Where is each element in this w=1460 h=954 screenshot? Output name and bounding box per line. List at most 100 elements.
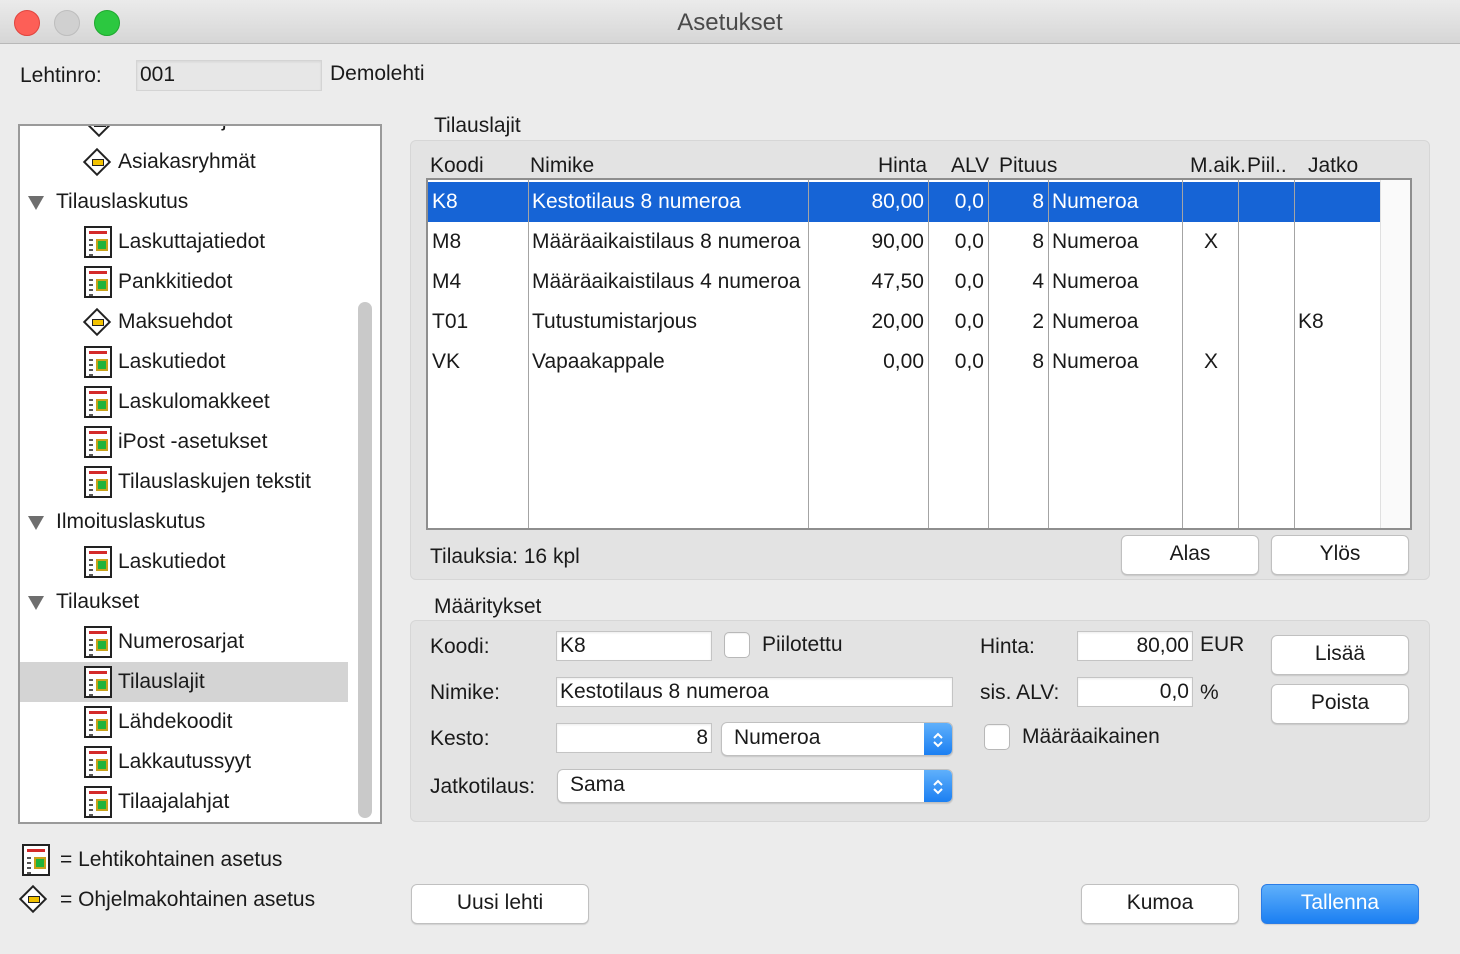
tree-group-1[interactable]: Tilauslaskutus (20, 182, 348, 222)
jatkotilaus-value: Sama (570, 773, 625, 796)
cell-koodi: VK (432, 350, 461, 373)
cell-pituus: 2 (1032, 310, 1044, 333)
cell-koodi: K8 (432, 190, 458, 213)
tree-item-0[interactable]: Asiakasryhmät (20, 142, 348, 182)
cell-pituus: 4 (1032, 270, 1044, 293)
table-scrollbar[interactable] (1380, 180, 1410, 528)
cell-nimike: Tutustumistarjous (532, 310, 697, 333)
disclosure-triangle-icon[interactable] (28, 516, 44, 530)
jatkotilaus-label: Jatkotilaus: (430, 775, 536, 798)
tree-item-partial[interactable]: Numerosarjat (20, 126, 348, 140)
diamond-icon (82, 147, 112, 177)
diamond-icon (82, 307, 112, 337)
popup-arrows-icon (924, 723, 952, 755)
col-pituus[interactable]: Pituus (999, 154, 1057, 178)
sheet-icon (84, 426, 112, 458)
uusi-lehti-button[interactable]: Uusi lehti (411, 884, 589, 924)
cell-alv: 0,0 (954, 310, 984, 333)
kesto-unit-popup[interactable]: Numeroa (721, 722, 953, 756)
maaraaikainen-label: Määräaikainen (1022, 725, 1160, 748)
col-alv[interactable]: ALV (951, 154, 989, 178)
window-title: Asetukset (677, 9, 783, 36)
sheet-icon (84, 746, 112, 778)
disclosure-triangle-icon[interactable] (28, 596, 44, 610)
kesto-field[interactable]: 8 (556, 723, 712, 753)
tree-item-13[interactable]: Tilauslajit (20, 662, 348, 702)
alv-unit: % (1200, 681, 1219, 704)
tree-scrollbar[interactable] (358, 302, 372, 818)
cell-pituus: 8 (1032, 350, 1044, 373)
col-piil[interactable]: Piil.. (1247, 154, 1287, 178)
tree-item-6[interactable]: Laskulomakkeet (20, 382, 348, 422)
cell-hinta: 90,00 (871, 230, 924, 253)
col-jatko[interactable]: Jatko (1308, 154, 1358, 178)
cell-hinta: 47,50 (871, 270, 924, 293)
col-nimike[interactable]: Nimike (530, 154, 594, 178)
kumoa-button[interactable]: Kumoa (1081, 884, 1239, 924)
alv-field[interactable]: 0,0 (1077, 677, 1193, 707)
diamond-icon (84, 126, 114, 138)
tree-item-16[interactable]: Tilaajalahjat (20, 782, 348, 822)
ylos-button[interactable]: Ylös (1271, 535, 1409, 575)
cell-yksikko: Numeroa (1052, 350, 1139, 373)
alas-button[interactable]: Alas (1121, 535, 1259, 575)
lisaa-button[interactable]: Lisää (1271, 635, 1409, 675)
tree-item-5[interactable]: Laskutiedot (20, 342, 348, 382)
poista-button[interactable]: Poista (1271, 684, 1409, 724)
cell-koodi: T01 (432, 310, 469, 333)
koodi-field[interactable]: K8 (556, 631, 712, 661)
tree-item-2[interactable]: Laskuttajatiedot (20, 222, 348, 262)
cell-yksikko: Numeroa (1052, 310, 1139, 333)
sheet-icon (84, 226, 112, 258)
cell-maik: X (1204, 350, 1219, 373)
nimike-field[interactable]: Kestotilaus 8 numeroa (556, 677, 953, 707)
cell-hinta: 0,00 (883, 350, 924, 373)
cell-maik: X (1204, 230, 1219, 253)
cell-hinta: 20,00 (871, 310, 924, 333)
tree-item-8[interactable]: Tilauslaskujen tekstit (20, 462, 348, 502)
lehtinro-label: Lehtinro: (20, 64, 102, 87)
cell-nimike: Kestotilaus 8 numeroa (532, 190, 741, 213)
tree-item-15[interactable]: Lakkautussyyt (20, 742, 348, 782)
maaraaikainen-checkbox[interactable] (984, 724, 1010, 750)
tree-item-7[interactable]: iPost -asetukset (20, 422, 348, 462)
sheet-icon (84, 786, 112, 818)
jatkotilaus-popup[interactable]: Sama (557, 769, 953, 803)
tilauksia-count: Tilauksia: 16 kpl (430, 545, 580, 568)
cell-alv: 0,0 (954, 190, 984, 213)
tree-item-12[interactable]: Numerosarjat (20, 622, 348, 662)
popup-arrows-icon (924, 770, 952, 802)
cell-nimike: Vapaakappale (532, 350, 665, 373)
hinta-field[interactable]: 80,00 (1077, 631, 1193, 661)
tallenna-button[interactable]: Tallenna (1261, 884, 1419, 924)
piilotettu-checkbox[interactable] (724, 632, 750, 658)
sheet-icon (84, 386, 112, 418)
col-koodi[interactable]: Koodi (430, 154, 484, 178)
hinta-unit: EUR (1200, 633, 1245, 656)
settings-tree[interactable]: Numerosarjat AsiakasryhmätTilauslaskutus… (18, 124, 382, 824)
tree-item-14[interactable]: Lähdekoodit (20, 702, 348, 742)
kesto-label: Kesto: (430, 727, 490, 750)
tree-item-4[interactable]: Maksuehdot (20, 302, 348, 342)
col-hinta[interactable]: Hinta (878, 154, 927, 178)
col-maik[interactable]: M.aik. (1190, 154, 1246, 178)
tree-item-10[interactable]: Laskutiedot (20, 542, 348, 582)
koodi-label: Koodi: (430, 635, 490, 658)
cell-pituus: 8 (1032, 230, 1044, 253)
lehtinro-field[interactable]: 001 (136, 60, 322, 91)
tree-group-11[interactable]: Tilaukset (20, 582, 348, 622)
sheet-icon (22, 844, 50, 876)
tilauslajit-table[interactable]: K8 Kestotilaus 8 numeroa 80,00 0,0 8 Numeroa M… (426, 178, 1412, 530)
cell-hinta: 80,00 (871, 190, 924, 213)
legend-sheet-text: = Lehtikohtainen asetus (60, 848, 283, 871)
tree-item-3[interactable]: Pankkitiedot (20, 262, 348, 302)
title-bar: Asetukset (0, 0, 1460, 44)
tree-group-9[interactable]: Ilmoituslaskutus (20, 502, 348, 542)
sheet-icon (84, 706, 112, 738)
sheet-icon (84, 266, 112, 298)
maaritykset-title: Määritykset (434, 595, 542, 618)
disclosure-triangle-icon[interactable] (28, 196, 44, 210)
cell-yksikko: Numeroa (1052, 270, 1139, 293)
cell-pituus: 8 (1032, 190, 1044, 213)
cell-koodi: M8 (432, 230, 462, 253)
